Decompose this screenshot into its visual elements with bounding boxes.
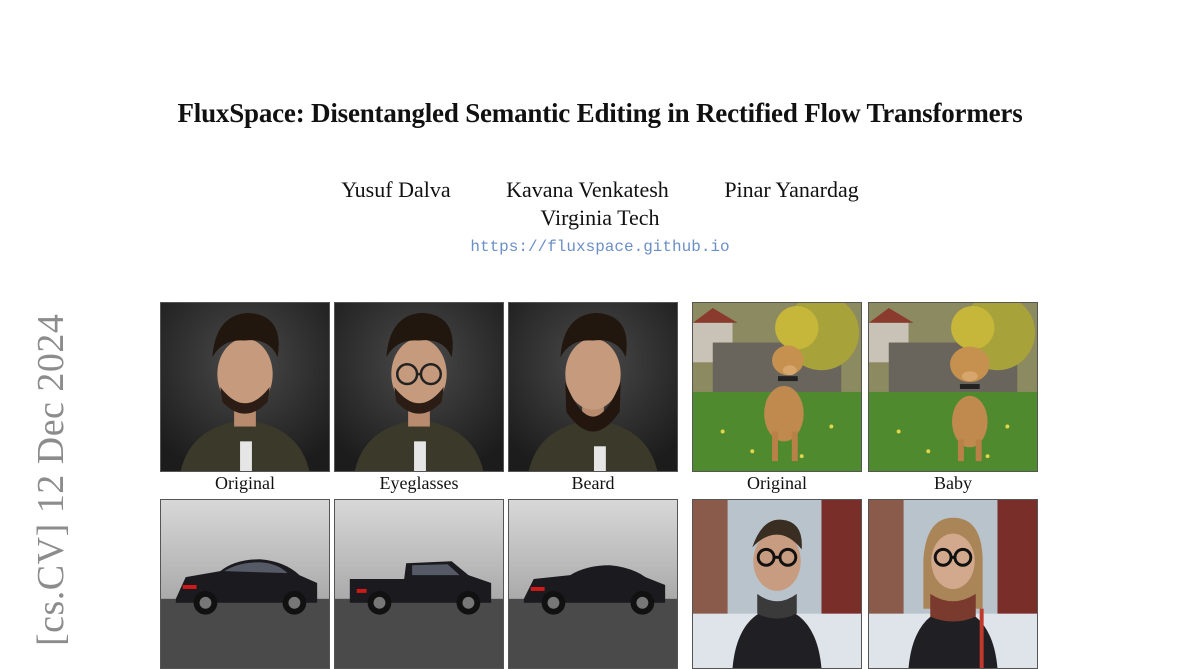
portrait-beard-image xyxy=(508,302,678,472)
arxiv-sidebar-stamp: [cs.CV] 12 Dec 2024 xyxy=(30,313,72,646)
caption-original: Original xyxy=(215,473,275,493)
author-name: Kavana Venkatesh xyxy=(506,177,669,202)
affiliation: Virginia Tech xyxy=(540,205,660,230)
caption-eyeglasses: Eyeglasses xyxy=(379,473,459,493)
caption-original: Original xyxy=(747,473,807,493)
portrait-eyeglasses-image xyxy=(334,302,504,472)
author-name: Yusuf Dalva xyxy=(341,177,451,202)
caption-beard: Beard xyxy=(571,473,615,493)
portrait-original-image xyxy=(160,302,330,472)
dog-original-image xyxy=(692,302,862,472)
author-list: Yusuf Dalva Kavana Venkatesh Pinar Yanar… xyxy=(0,177,1200,203)
car-convertible-image xyxy=(508,499,678,669)
street-man-image xyxy=(692,499,862,669)
dog-baby-image xyxy=(868,302,1038,472)
paper-title: FluxSpace: Disentangled Semantic Editing… xyxy=(177,98,1023,128)
project-url-link[interactable]: https://fluxspace.github.io xyxy=(0,238,1200,256)
car-original-image xyxy=(160,499,330,669)
caption-baby: Baby xyxy=(934,473,972,493)
author-name: Pinar Yanardag xyxy=(724,177,859,202)
car-pickup-image xyxy=(334,499,504,669)
street-woman-image xyxy=(868,499,1038,669)
